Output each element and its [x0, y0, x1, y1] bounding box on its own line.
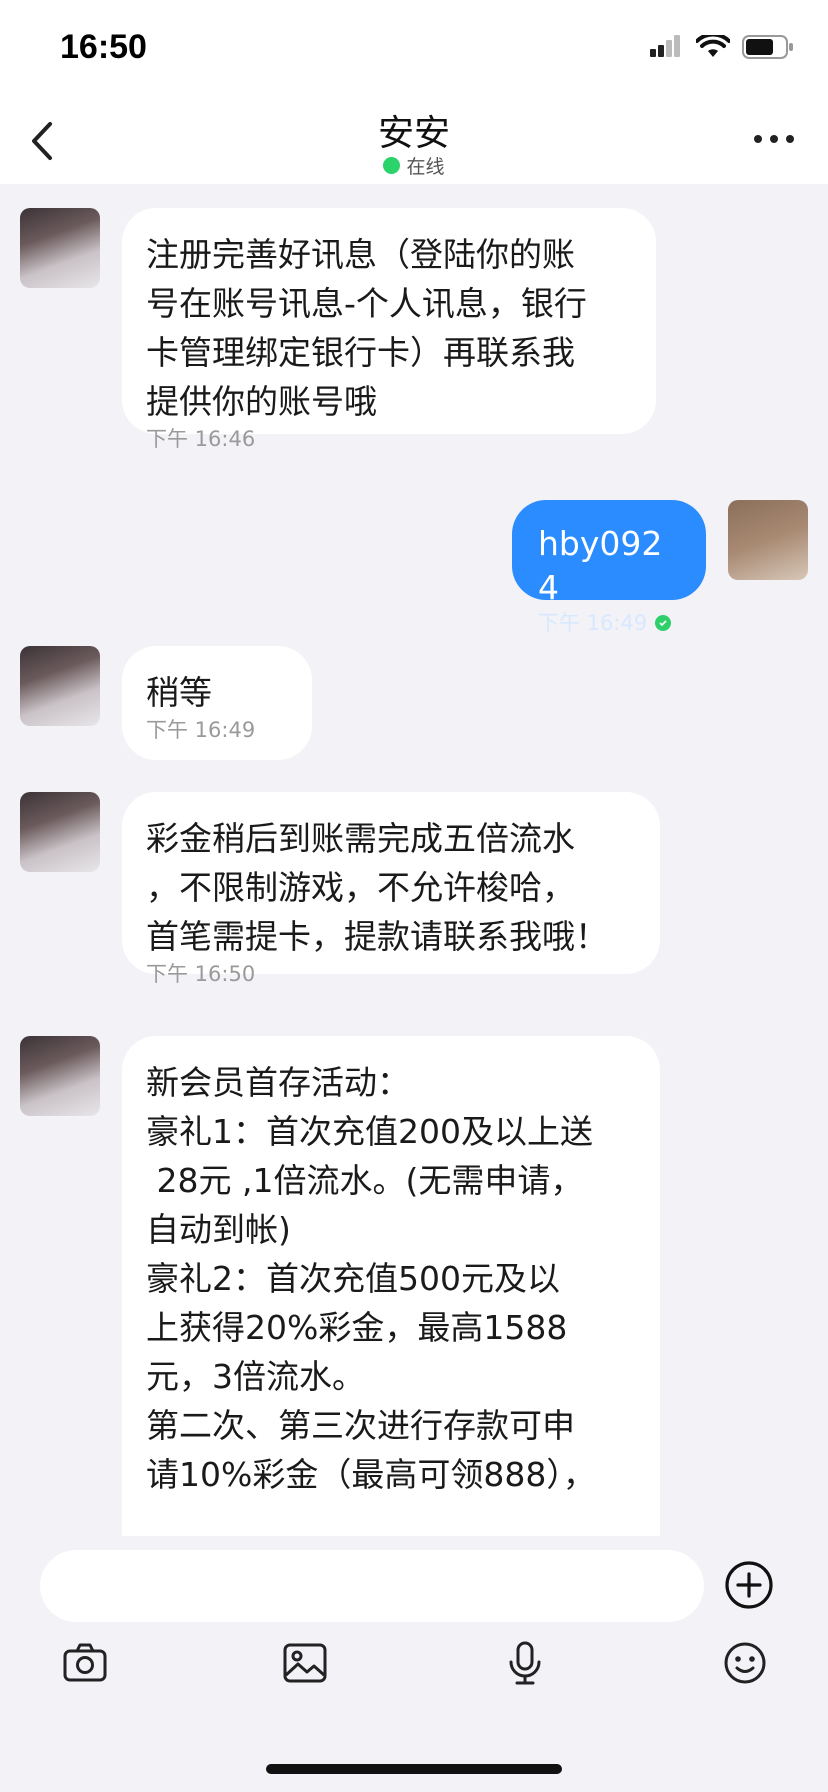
read-check-icon [655, 615, 672, 631]
more-button[interactable] [754, 132, 794, 146]
image-icon [283, 1643, 327, 1683]
message-text: hby0924 [538, 524, 663, 607]
message-text: 新会员首存活动： 豪礼1：首次充值200及以上送 28元 ,1倍流水。(无需申请… [146, 1063, 596, 1494]
message-input[interactable] [40, 1550, 704, 1622]
status-bar: 16:50 [0, 0, 828, 96]
message-bubble-incoming[interactable]: 新会员首存活动： 豪礼1：首次充值200及以上送 28元 ,1倍流水。(无需申请… [122, 1036, 660, 1536]
home-indicator[interactable] [266, 1764, 562, 1774]
signal-icon [650, 35, 680, 57]
message-time: 下午 16:49 [538, 611, 648, 635]
more-dot [754, 135, 762, 143]
microphone-button[interactable] [502, 1640, 548, 1686]
contact-avatar[interactable] [20, 1036, 100, 1116]
message-bubble-incoming[interactable]: 稍等 下午 16:49 [122, 646, 312, 760]
online-status: 在线 [0, 152, 828, 179]
plus-button[interactable] [724, 1560, 774, 1610]
wifi-icon [696, 35, 730, 57]
image-button[interactable] [282, 1640, 328, 1686]
emoji-button[interactable] [722, 1640, 768, 1686]
microphone-icon [509, 1641, 541, 1685]
contact-avatar[interactable] [20, 792, 100, 872]
message-bubble-incoming[interactable]: 彩金稍后到账需完成五倍流水 ，不限制游戏，不允许梭哈， 首笔需提卡，提款请联系我… [122, 792, 660, 986]
emoji-icon [724, 1642, 766, 1684]
camera-button[interactable] [62, 1640, 108, 1686]
nav-bar: 安安 在线 [0, 96, 828, 184]
message-text: 稍等 [146, 673, 212, 712]
chat-area[interactable]: 注册完善好讯息（登陆你的账 号在账号讯息-个人讯息，银行 卡管理绑定银行卡）再联… [0, 184, 828, 1536]
online-dot-icon [383, 157, 401, 174]
status-time: 16:50 [60, 28, 147, 66]
plus-circle-icon [725, 1561, 773, 1609]
message-time-row: 下午 16:49 [538, 610, 682, 636]
composer-area [0, 1536, 828, 1792]
message-time: 下午 16:49 [146, 718, 256, 742]
chat-title: 安安 [377, 113, 450, 154]
message-bubble-incoming[interactable]: 注册完善好讯息（登陆你的账 号在账号讯息-个人讯息，银行 卡管理绑定银行卡）再联… [122, 208, 656, 451]
message-text: 注册完善好讯息（登陆你的账 号在账号讯息-个人讯息，银行 卡管理绑定银行卡）再联… [146, 235, 587, 421]
more-dot [770, 135, 778, 143]
more-dot [786, 135, 794, 143]
contact-avatar[interactable] [20, 208, 100, 288]
message-bubble-outgoing[interactable]: hby0924 下午 16:49 [512, 500, 706, 635]
my-avatar[interactable] [728, 500, 808, 580]
message-text: 彩金稍后到账需完成五倍流水 ，不限制游戏，不允许梭哈， 首笔需提卡，提款请联系我… [146, 819, 608, 956]
battery-icon [742, 35, 793, 59]
message-time: 下午 16:50 [146, 962, 256, 986]
contact-avatar[interactable] [20, 646, 100, 726]
camera-icon [63, 1643, 107, 1682]
online-status-label: 在线 [406, 156, 445, 178]
message-time: 下午 16:46 [146, 427, 256, 451]
status-icons [648, 34, 794, 60]
